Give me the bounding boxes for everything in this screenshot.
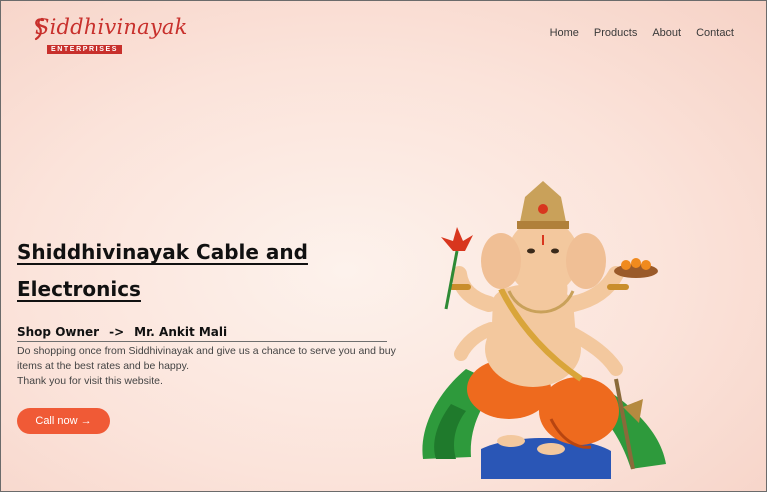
hero-title: Shiddhivinayak Cable and Electronics (17, 240, 308, 301)
thank-you-text: Thank you for visit this website. (17, 375, 163, 387)
nav-contact[interactable]: Contact (696, 27, 734, 39)
call-now-button[interactable]: Call now → (17, 408, 110, 434)
nav-about[interactable]: About (652, 27, 681, 39)
brand-name: Siddhivinayak (35, 15, 188, 39)
ganesha-illustration (422, 181, 666, 479)
main-nav: Home Products About Contact (550, 27, 734, 39)
nav-home[interactable]: Home (550, 27, 579, 39)
page: Siddhivinayak ENTERPRISES Home Products … (0, 0, 767, 492)
owner-arrow: -> (109, 325, 125, 339)
owner-name: Mr. Ankit Mali (134, 325, 228, 339)
description-text: Do shopping once from Siddhivinayak and … (17, 345, 396, 372)
hero-description: Do shopping once from Siddhivinayak and … (17, 344, 397, 389)
brand-tagline: ENTERPRISES (47, 45, 122, 54)
shop-owner-line: Shop Owner -> Mr. Ankit Mali (17, 325, 387, 342)
nav-products[interactable]: Products (594, 27, 637, 39)
owner-label: Shop Owner (17, 325, 100, 339)
brand-logo[interactable]: Siddhivinayak ENTERPRISES (34, 15, 187, 59)
